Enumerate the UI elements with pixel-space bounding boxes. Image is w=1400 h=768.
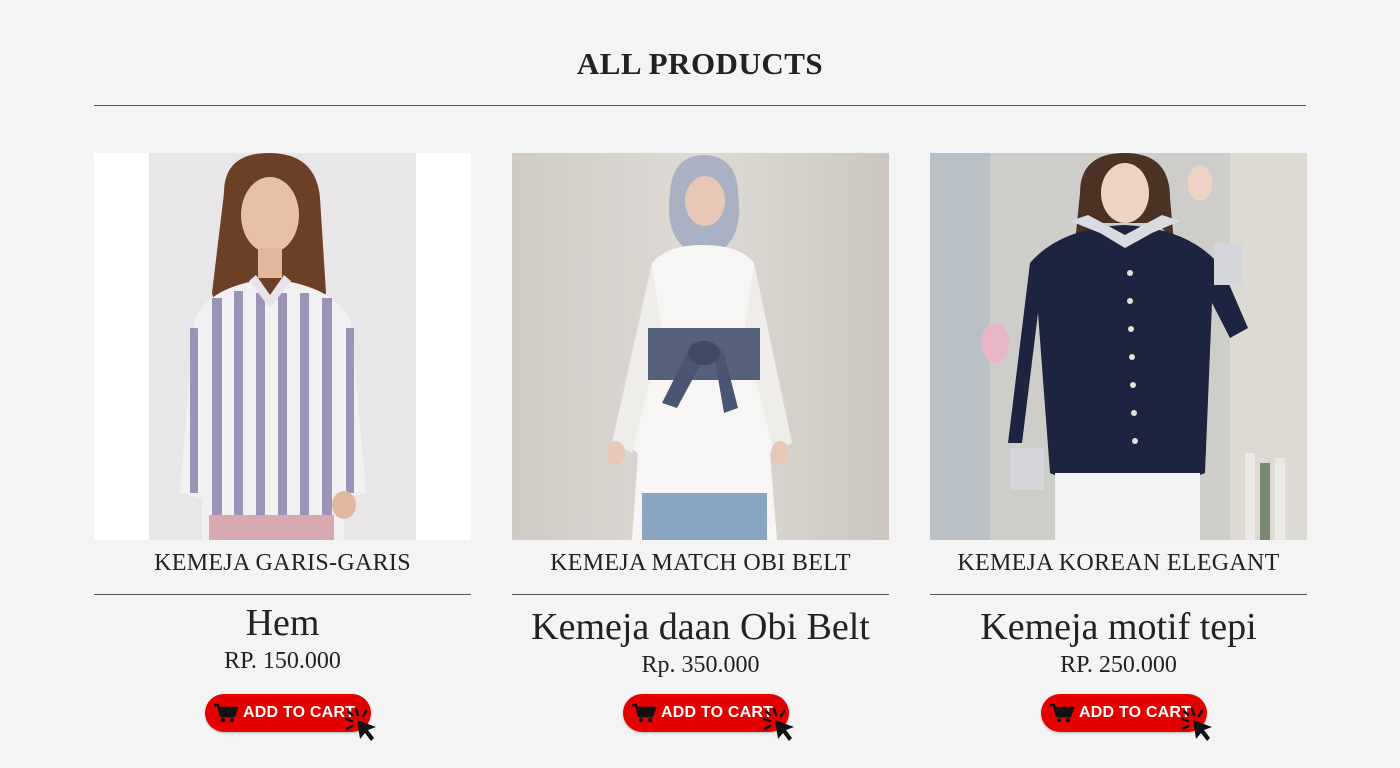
product-card: KEMEJA GARIS-GARIS Hem RP. 150.000 ADD T… [94, 153, 471, 753]
click-cursor-icon [762, 707, 794, 741]
add-to-cart-label: ADD TO CART [243, 704, 356, 721]
add-to-cart-label: ADD TO CART [1079, 704, 1192, 721]
product-card: KEMEJA MATCH OBI BELT Kemeja daan Obi Be… [512, 153, 889, 753]
product-price: RP. 150.000 [224, 648, 341, 674]
add-to-cart-button[interactable]: ADD TO CART [1041, 694, 1212, 741]
product-image[interactable] [930, 153, 1307, 540]
product-image[interactable] [94, 153, 471, 540]
product-card: KEMEJA KOREAN ELEGANT Kemeja motif tepi … [930, 153, 1307, 753]
add-to-cart-button[interactable]: ADD TO CART [205, 694, 376, 741]
product-name[interactable]: Hem [94, 601, 471, 645]
product-category-label: KEMEJA KOREAN ELEGANT [957, 550, 1280, 576]
shopping-cart-icon [214, 703, 239, 723]
product-category-label: KEMEJA MATCH OBI BELT [550, 550, 851, 576]
click-cursor-icon [344, 707, 376, 741]
add-to-cart-button[interactable]: ADD TO CART [623, 694, 794, 741]
shopping-cart-icon [632, 703, 657, 723]
product-category-label: KEMEJA GARIS-GARIS [154, 550, 411, 576]
page-title: ALL PRODUCTS [576, 46, 824, 81]
product-name[interactable]: Kemeja daan Obi Belt [512, 605, 889, 649]
add-to-cart-label: ADD TO CART [661, 704, 774, 721]
shopping-cart-icon [1050, 703, 1075, 723]
product-price: Rp. 350.000 [641, 652, 760, 678]
card-divider [94, 594, 471, 595]
card-divider [930, 594, 1307, 595]
product-name[interactable]: Kemeja motif tepi [930, 605, 1307, 649]
card-divider [512, 594, 889, 595]
product-image[interactable] [512, 153, 889, 540]
click-cursor-icon [1180, 707, 1212, 741]
title-divider [94, 105, 1306, 106]
product-price: RP. 250.000 [1060, 652, 1177, 678]
product-page: ALL PRODUCTS KEMEJA GARIS-GARIS Hem RP. … [0, 0, 1400, 768]
